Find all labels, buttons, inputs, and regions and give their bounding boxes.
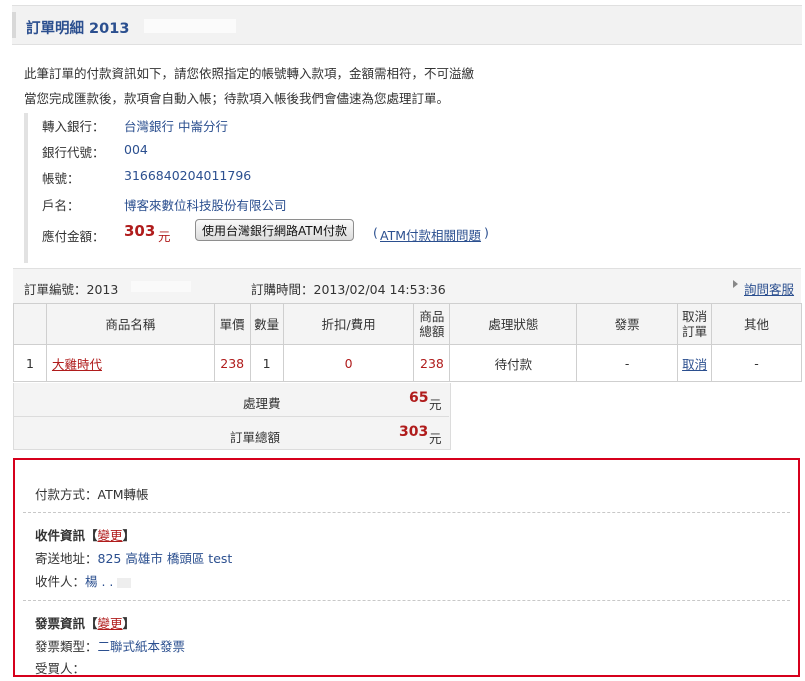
account-label: 帳號： — [42, 171, 80, 186]
col-index — [13, 303, 47, 345]
col-product-name: 商品名稱 — [45, 303, 215, 345]
order-time: 訂購時間：2013/02/04 14:53:36 — [251, 282, 446, 297]
row-discount: 0 — [282, 344, 415, 382]
row-total: 238 — [413, 344, 451, 382]
table-row: 1 大雞時代 238 1 0 238 待付款 - 取消 - — [13, 344, 802, 382]
sum-unit: 元 — [429, 431, 442, 446]
col-item-total: 商品 總額 — [413, 303, 451, 345]
holder-value: 博客來數位科技股份有限公司 — [124, 198, 287, 213]
fee-label: 處理費 — [243, 396, 281, 411]
arrow-right-icon — [733, 280, 738, 288]
row-status: 待付款 — [449, 344, 578, 382]
recipient-edit-link[interactable]: 變更 — [98, 528, 123, 543]
invoice-section: 發票資訊【變更】 發票類型：二聯式紙本發票 受買人： — [23, 600, 790, 676]
col-other: 其他 — [711, 303, 802, 345]
bank-label: 轉入銀行： — [42, 119, 105, 134]
intro-line-2: 當您完成匯款後，款項會自動入帳；待款項入帳後我們會儘速為您處理訂單。 — [24, 91, 450, 106]
page-title: 訂單明細 2013 — [26, 21, 130, 37]
payment-section: 付款方式：ATM轉帳 — [23, 460, 790, 513]
bank-code-label: 銀行代號： — [42, 145, 105, 160]
amount-unit: 元 — [158, 229, 171, 244]
product-name-link[interactable]: 大雞時代 — [52, 357, 102, 372]
row-index: 1 — [13, 344, 47, 382]
invoice-edit-link[interactable]: 變更 — [98, 616, 123, 631]
recipient-section: 收件資訊【變更】 寄送地址：825 高雄市 橋頭區 test 收件人：楊 . . — [23, 512, 790, 601]
atm-faq-link[interactable]: ATM付款相關問題 — [380, 225, 481, 244]
row-other: - — [711, 344, 802, 382]
table-header-row: 商品名稱 單價 數量 折扣/費用 商品 總額 處理狀態 發票 取消 訂單 其他 — [13, 303, 802, 345]
account-value: 3166840204011796 — [124, 168, 252, 183]
contact-service-link[interactable]: 詢問客服 — [744, 279, 794, 298]
col-discount: 折扣/費用 — [282, 303, 415, 345]
address-label: 寄送地址： — [35, 551, 98, 566]
recipient-bracket-open: 【 — [85, 528, 98, 543]
page-header: 訂單明細 2013 — [12, 5, 802, 45]
col-cancel: 取消 訂單 — [677, 303, 713, 345]
row-price: 238 — [213, 344, 251, 382]
sum-label: 訂單總額 — [230, 430, 281, 445]
col-invoice: 發票 — [576, 303, 679, 345]
intro-line-1: 此筆訂單的付款資訊如下，請您依照指定的帳號轉入款項，金額需相符，不可溢繳 — [24, 66, 475, 81]
col-quantity: 數量 — [249, 303, 284, 345]
recipient-name-label: 收件人： — [35, 574, 86, 589]
order-summary-bar: 訂單編號：2013 訂購時間：2013/02/04 14:53:36 詢問客服 — [13, 268, 801, 303]
fee-value: 65 — [409, 390, 429, 406]
address-value: 825 高雄市 橋頭區 test — [97, 551, 233, 566]
bank-value: 台灣銀行 中崙分行 — [124, 119, 228, 134]
col-unit-price: 單價 — [213, 303, 251, 345]
sum-value: 303 — [399, 424, 429, 440]
order-items-table: 商品名稱 單價 數量 折扣/費用 商品 總額 處理狀態 發票 取消 訂單 其他 … — [13, 303, 802, 382]
invoice-type-label: 發票類型： — [35, 639, 98, 654]
holder-label: 戶名： — [42, 198, 80, 213]
recipient-name-value: 楊 . . — [85, 574, 114, 589]
bank-info-bar — [24, 113, 28, 263]
row-qty: 1 — [249, 344, 284, 382]
amount-label: 應付金額： — [42, 229, 105, 244]
fee-unit: 元 — [429, 397, 442, 412]
atm-faq-open-paren: ( — [373, 225, 378, 240]
bank-code-value: 004 — [124, 142, 148, 157]
payment-method: 付款方式：ATM轉帳 — [35, 487, 149, 502]
recipient-bracket-close: 】 — [122, 528, 136, 543]
header-accent-bar — [12, 12, 16, 38]
cancel-order-link[interactable]: 取消 — [682, 357, 707, 372]
redacted-name — [117, 577, 132, 588]
invoice-title: 發票資訊 — [35, 616, 86, 631]
invoice-type-value: 二聯式紙本發票 — [97, 639, 186, 654]
recipient-title: 收件資訊 — [35, 528, 86, 543]
totals-divider — [13, 416, 449, 417]
redacted-order-number — [131, 281, 191, 292]
invoice-buyer-label: 受買人： — [35, 661, 86, 676]
highlighted-info-box: 付款方式：ATM轉帳 收件資訊【變更】 寄送地址：825 高雄市 橋頭區 tes… — [13, 458, 800, 677]
invoice-bracket-close: 】 — [122, 616, 136, 631]
col-status: 處理狀態 — [449, 303, 578, 345]
atm-faq-close-paren: ) — [484, 225, 489, 240]
order-number: 訂單編號：2013 — [24, 282, 119, 297]
invoice-bracket-open: 【 — [85, 616, 98, 631]
atm-pay-button[interactable]: 使用台灣銀行網路ATM付款 — [195, 219, 354, 241]
redacted-order-id — [144, 19, 236, 33]
row-invoice: - — [576, 344, 679, 382]
amount-value: 303 — [124, 222, 156, 240]
